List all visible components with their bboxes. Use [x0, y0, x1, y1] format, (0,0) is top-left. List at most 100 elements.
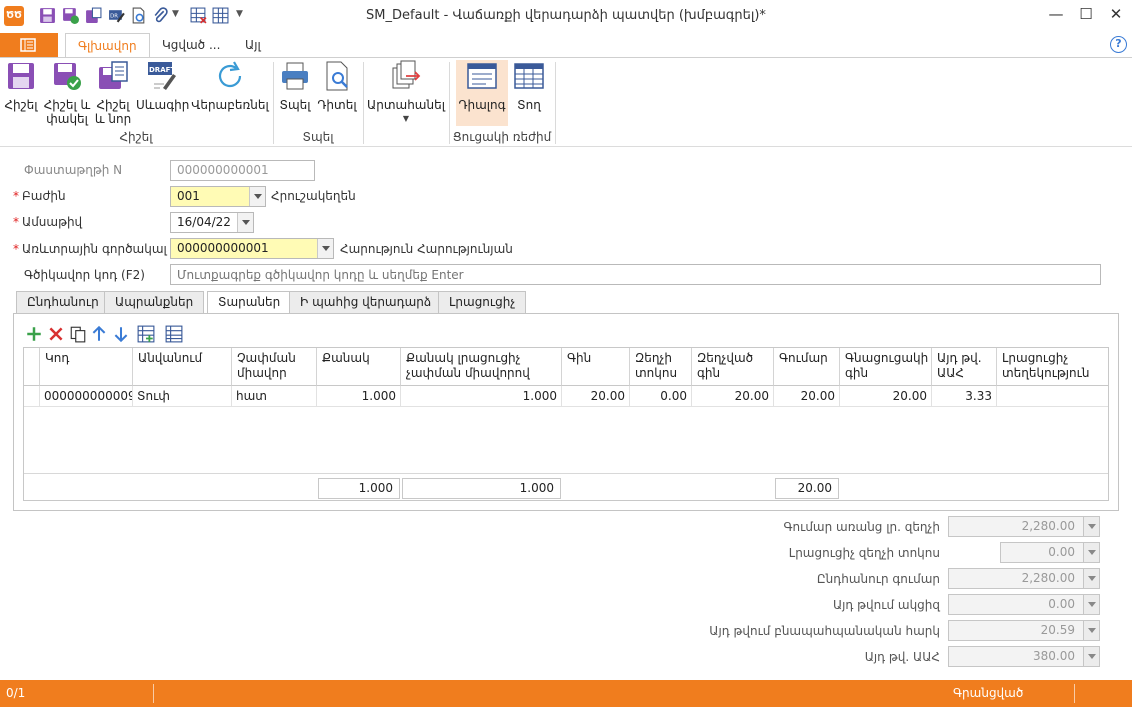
tab-attached[interactable]: Կցված ...	[150, 33, 232, 57]
print-button[interactable]: Տպել	[277, 60, 313, 112]
col-extra-quantity-header[interactable]: Քանակ լրացուցիչ չափման միավորով	[401, 348, 562, 386]
quick-save-close-icon[interactable]	[62, 7, 79, 24]
close-button[interactable]: ✕	[1098, 2, 1132, 26]
file-menu-button[interactable]	[0, 33, 58, 57]
save-new-icon	[99, 61, 128, 89]
table-cell-amount[interactable]: 20.00	[774, 386, 840, 407]
total-sum-value: 2,280.00	[1021, 571, 1075, 585]
tab-goods[interactable]: Ապրանքներ	[104, 291, 205, 314]
col-info-header[interactable]: Լրացուցիչ տեղեկություն	[997, 348, 1108, 386]
dropdown-icon	[1083, 647, 1099, 666]
date-value: 16/04/22	[177, 215, 231, 229]
dialog-mode-button[interactable]: Դիալոգ	[456, 60, 508, 126]
move-down-icon[interactable]	[112, 325, 130, 343]
quick-grid-clear-icon[interactable]	[190, 7, 207, 24]
date-field[interactable]: 16/04/22	[170, 212, 254, 233]
quick-draft-icon[interactable]: DR	[108, 7, 125, 24]
quick-preview-icon[interactable]	[130, 7, 147, 24]
agent-dropdown-icon[interactable]	[317, 239, 333, 258]
date-dropdown-icon[interactable]	[237, 213, 253, 232]
total-sum-field[interactable]: 2,280.00	[948, 568, 1100, 589]
col-discount-header[interactable]: Զեղչի տոկոս	[630, 348, 692, 386]
paperclip-icon[interactable]	[152, 7, 169, 24]
table-cell-vat[interactable]: 3.33	[932, 386, 997, 407]
refresh-button[interactable]: Վերաբեռնել	[190, 60, 270, 112]
col-unit-header[interactable]: Չափման միավոր	[232, 348, 317, 386]
agent-label: * Առևտրային գործակալ	[13, 242, 167, 256]
division-dropdown-icon[interactable]	[249, 187, 265, 206]
save-new-button[interactable]: Հիշել և նոր	[94, 60, 132, 126]
doc-number-field[interactable]: 000000000001	[170, 160, 315, 181]
col-pricelist-header[interactable]: Գնացուցակի գին	[840, 348, 932, 386]
copy-row-icon[interactable]	[69, 325, 87, 343]
save-new-label-1: Հիշել	[96, 98, 130, 112]
table-cell-discount[interactable]: 0.00	[630, 386, 692, 407]
status-divider	[1074, 684, 1075, 703]
add-row-icon[interactable]	[25, 325, 43, 343]
col-price-header[interactable]: Գին	[562, 348, 630, 386]
table-row-indicator[interactable]	[24, 386, 40, 407]
eco-tax-field[interactable]: 20.59	[948, 620, 1100, 641]
qat-dropdown-icon[interactable]: ▼	[172, 9, 179, 19]
table-cell-discounted-price[interactable]: 20.00	[692, 386, 774, 407]
excise-field[interactable]: 0.00	[948, 594, 1100, 615]
col-name-header[interactable]: Անվանում	[133, 348, 232, 386]
tab-return-from-moment[interactable]: Ի պահից վերադարձ	[289, 291, 443, 314]
qat-customize-icon[interactable]: ▼	[236, 9, 243, 19]
row-mode-button[interactable]: Տող	[510, 60, 548, 112]
draft-badge-text: DRAFT	[149, 66, 175, 74]
table-cell-unit[interactable]: հատ	[232, 386, 317, 407]
agent-field[interactable]: 000000000001	[170, 238, 334, 259]
quick-grid-icon[interactable]	[212, 7, 229, 24]
table-cell-price[interactable]: 20.00	[562, 386, 630, 407]
barcode-label: Գծիկավոր կոդ (F2)	[24, 268, 145, 282]
save-close-button[interactable]: Հիշել և փակել	[42, 60, 92, 126]
grid-add-icon[interactable]	[137, 325, 155, 343]
required-marker: *	[13, 242, 19, 256]
table-cell-quantity[interactable]: 1.000	[317, 386, 401, 407]
extra-discount-field[interactable]: 0.00	[1000, 542, 1100, 563]
table-cell-name[interactable]: Տուփ	[133, 386, 232, 407]
sum-without-discount-field[interactable]: 2,280.00	[948, 516, 1100, 537]
tab-containers[interactable]: Տարաներ	[207, 291, 292, 315]
tab-other[interactable]: Այլ	[233, 33, 273, 57]
title-bar: ԾԾ DR ▼ ▼ SM_Default - Վաճառքի վերադարձի…	[0, 0, 1132, 32]
save-group-label: Հիշել	[119, 130, 153, 144]
col-code-header[interactable]: Կոդ	[40, 348, 133, 386]
help-icon[interactable]: ?	[1110, 36, 1127, 53]
tab-main[interactable]: Գլխավոր	[65, 33, 150, 58]
col-amount-header[interactable]: Գումար	[774, 348, 840, 386]
grid-list-icon[interactable]	[165, 325, 183, 343]
agent-label-text: Առևտրային գործակալ	[22, 242, 167, 256]
table-cell-pricelist[interactable]: 20.00	[840, 386, 932, 407]
table-cell-code[interactable]: 000000000009	[40, 386, 133, 407]
barcode-input[interactable]	[170, 264, 1101, 285]
total-quantity: 1.000	[318, 478, 400, 499]
col-quantity-header[interactable]: Քանակ	[317, 348, 401, 386]
export-button[interactable]: Արտահանել ▼	[366, 60, 446, 126]
required-marker: *	[13, 215, 19, 229]
quick-save-new-icon[interactable]	[85, 7, 102, 24]
table-cell-info[interactable]	[997, 386, 1108, 407]
delete-row-icon[interactable]	[47, 325, 65, 343]
preview-button[interactable]: Դիտել	[315, 60, 359, 112]
app-logo: ԾԾ	[4, 6, 24, 26]
ribbon: Հիշել Հիշել և փակել Հիշել և նոր DRAFT Սև…	[0, 57, 1132, 147]
quick-save-icon[interactable]	[39, 7, 56, 24]
eco-tax-label: Այդ թվում բնապահպանական հարկ	[709, 624, 940, 638]
division-field[interactable]: 001	[170, 186, 266, 207]
ribbon-separator	[363, 62, 364, 144]
tab-additional[interactable]: Լրացուցիչ	[438, 291, 527, 314]
save-button[interactable]: Հիշել	[2, 60, 40, 112]
col-vat-header[interactable]: Այդ թվ. ԱԱՀ	[932, 348, 997, 386]
tab-general[interactable]: Ընդհանուր	[16, 291, 110, 314]
excise-value: 0.00	[1048, 597, 1075, 611]
move-up-icon[interactable]	[90, 325, 108, 343]
col-discounted-price-header[interactable]: Զեղչված գին	[692, 348, 774, 386]
status-bar: 0/1 Գրանցված	[0, 680, 1132, 707]
draft-button[interactable]: DRAFT Սևագիր	[136, 60, 189, 112]
svg-text:DR: DR	[110, 14, 118, 20]
save-new-label-2: և նոր	[94, 112, 132, 126]
vat-field[interactable]: 380.00	[948, 646, 1100, 667]
table-cell-extra-quantity[interactable]: 1.000	[401, 386, 562, 407]
